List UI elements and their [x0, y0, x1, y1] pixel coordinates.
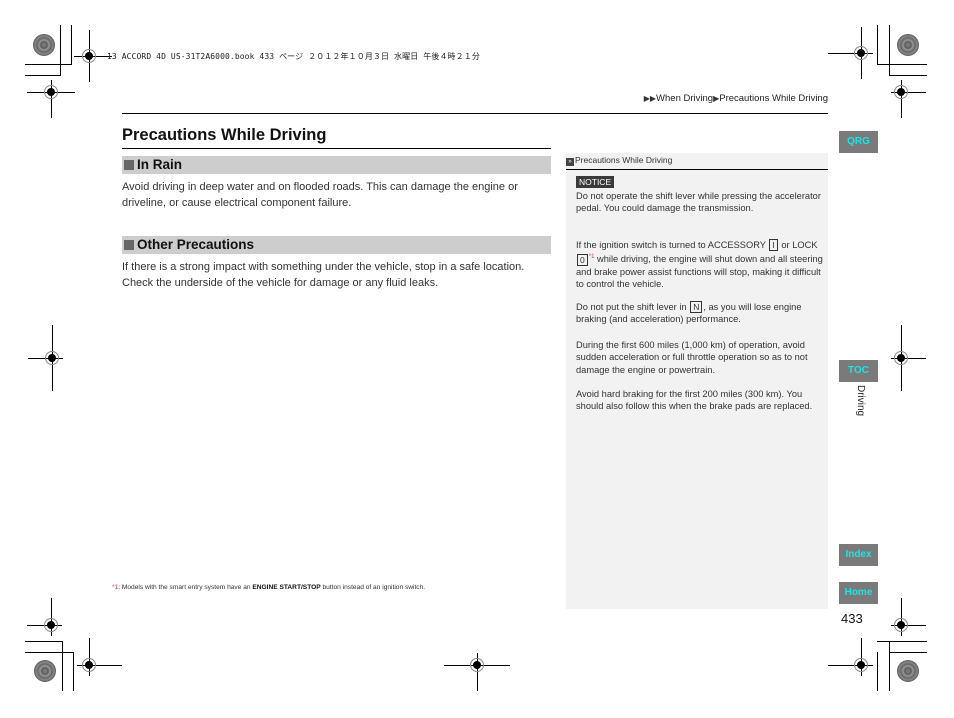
crop-line [25, 64, 72, 65]
home-button[interactable]: Home [839, 582, 878, 604]
crop-line [877, 25, 878, 65]
crop-line [889, 75, 927, 76]
sidebar-heading-text: Precautions While Driving [575, 155, 673, 165]
double-chevron-icon: » [566, 158, 574, 166]
crop-line [877, 652, 878, 691]
double-arrow-icon: ▶▶ [643, 94, 657, 103]
footnote: *1: Models with the smart entry system h… [112, 584, 425, 591]
registration-disc-icon [33, 34, 55, 56]
key-neutral-icon: N [690, 301, 703, 313]
crop-line [62, 641, 63, 691]
crop-line [889, 25, 890, 75]
sidebar-rule [566, 169, 828, 170]
break-in-paragraph: During the first 600 miles (1,000 km) of… [576, 340, 808, 375]
brakes-paragraph: Avoid hard braking for the first 200 mil… [576, 389, 813, 412]
index-button[interactable]: Index [839, 544, 878, 566]
crop-line [877, 641, 927, 642]
square-bullet-icon [124, 160, 134, 170]
crop-line [71, 25, 72, 65]
crop-line [73, 652, 74, 691]
crop-line [889, 641, 890, 691]
crop-line [25, 75, 61, 76]
chapter-label: Driving [855, 385, 866, 417]
notice-badge: NOTICE [576, 176, 615, 188]
section-heading-other-precautions: Other Precautions [122, 236, 551, 254]
breadcrumb-item-when-driving[interactable]: When Driving [656, 93, 713, 104]
breadcrumb: ▶▶When Driving▶Precautions While Driving [644, 93, 828, 104]
breadcrumb-item-current: Precautions While Driving [719, 93, 828, 104]
registration-disc-icon [897, 660, 919, 682]
page-number: 433 [841, 611, 863, 626]
square-bullet-icon [124, 240, 134, 250]
sidebar-heading: » Precautions While Driving [566, 155, 672, 166]
title-rule [122, 148, 551, 149]
registration-disc-icon [34, 660, 56, 682]
ignition-text-1: If the ignition switch is turned to ACCE… [576, 240, 766, 250]
notice-text: Do not operate the shift lever while pre… [576, 191, 821, 214]
section-body-in-rain: Avoid driving in deep water and on flood… [122, 181, 518, 209]
page-title: Precautions While Driving [122, 126, 327, 144]
print-job-line: 13 ACCORD 4D US-31T2A6000.book 433 ページ ２… [107, 52, 480, 61]
ignition-text-2: or LOCK [781, 240, 818, 250]
neutral-paragraph: Do not put the shift lever in N, as you … [576, 301, 824, 326]
crop-line [60, 25, 61, 75]
ignition-paragraph: If the ignition switch is turned to ACCE… [576, 239, 824, 291]
footnote-text-end: button instead of an ignition switch. [320, 584, 426, 591]
key-lock-icon: 0 [577, 253, 588, 266]
crop-line [889, 652, 927, 653]
registration-disc-icon [897, 34, 919, 56]
crop-line [877, 64, 927, 65]
key-accessory-icon: I [769, 239, 778, 251]
section-heading-label: Other Precautions [137, 237, 255, 252]
ignition-text-3: while driving, the engine will shut down… [576, 254, 823, 290]
neutral-text-1: Do not put the shift lever in [576, 302, 687, 312]
footnote-text: : Models with the smart entry system hav… [118, 584, 253, 591]
section-body-other-precautions: If there is a strong impact with somethi… [122, 261, 525, 289]
footnote-ref[interactable]: *1 [589, 254, 595, 260]
section-heading-in-rain: In Rain [122, 156, 551, 174]
toc-button[interactable]: TOC [839, 360, 878, 382]
qrg-button[interactable]: QRG [839, 131, 878, 153]
sidebar-panel [566, 153, 828, 609]
crop-line [25, 652, 74, 653]
section-heading-label: In Rain [137, 157, 183, 172]
header-rule [122, 113, 828, 114]
crop-line [25, 641, 63, 642]
footnote-bold-text: ENGINE START/STOP [252, 584, 321, 591]
